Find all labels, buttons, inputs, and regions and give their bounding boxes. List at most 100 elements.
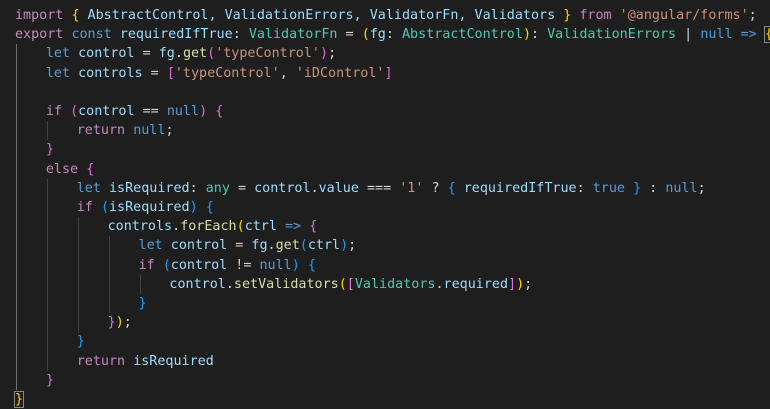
code-token: , (279, 65, 296, 81)
code-line[interactable]: if (control == null) { (46, 102, 223, 121)
code-line[interactable]: return isRequired (77, 352, 214, 371)
code-token: ) (189, 200, 198, 215)
code-line[interactable]: control.setValidators([Validators.requir… (169, 275, 532, 294)
code-line[interactable]: if (isRequired) { (77, 198, 214, 217)
indent-guide (46, 178, 48, 371)
code-token: value (318, 180, 359, 196)
code-token: controls (107, 219, 173, 235)
code-token: ) (115, 315, 124, 331)
code-line[interactable]: export const requiredIfTrue: ValidatorFn… (15, 25, 770, 44)
code-token: let (138, 238, 163, 254)
code-token: . (174, 46, 183, 62)
code-token: [ (166, 65, 175, 81)
code-token: return (76, 353, 126, 369)
code-token: { (307, 257, 316, 273)
code-token: : (385, 27, 402, 43)
code-token: ( (361, 27, 370, 43)
code-token: ] (384, 65, 393, 81)
code-token: ) (291, 257, 300, 273)
code-line[interactable]: return null; (77, 121, 174, 140)
code-token: requiredIfTrue (463, 180, 577, 196)
code-token: ) (340, 238, 349, 254)
code-token: ( (299, 238, 308, 254)
code-token: const (71, 27, 112, 43)
code-token: ] (508, 276, 517, 292)
code-token: null (665, 180, 698, 196)
code-token: } (76, 334, 85, 350)
code-token: ; (524, 276, 533, 292)
code-token: ValidatorFn (248, 27, 338, 43)
code-token: get (275, 238, 300, 254)
code-token: ( (207, 46, 216, 62)
code-token: === (358, 180, 400, 196)
code-token: ; (748, 8, 757, 23)
code-token: { (86, 161, 95, 177)
code-line[interactable]: import { AbstractControl, ValidationErro… (15, 6, 757, 25)
code-token: let (45, 65, 71, 81)
code-token: 'iDControl' (295, 65, 385, 81)
code-token: fg (369, 27, 386, 43)
code-line[interactable]: let control = fg.get('typeControl'); (46, 44, 336, 63)
code-token: if (45, 104, 62, 119)
code-token: : (232, 27, 249, 43)
code-token: if (76, 200, 93, 215)
code-token: ( (100, 200, 109, 215)
code-token: requiredIfTrue (119, 27, 233, 43)
code-line[interactable]: let isRequired: any = control.value === … (77, 179, 706, 198)
code-token: ( (70, 104, 79, 119)
code-token: => (740, 27, 757, 43)
code-line[interactable]: } (46, 140, 54, 159)
code-line[interactable]: let controls = ['typeControl', 'iDContro… (46, 64, 393, 83)
code-token: Validators (354, 276, 436, 292)
code-token: : (641, 180, 666, 196)
code-token: = (142, 65, 167, 81)
code-line[interactable]: let control = fg.get(ctrl); (139, 236, 357, 255)
code-token: } (633, 180, 642, 196)
code-token: '@angular/forms' (619, 8, 749, 23)
code-line[interactable]: } (139, 294, 147, 313)
code-token: } (138, 296, 147, 311)
indent-guide (77, 217, 79, 333)
indent-guide (108, 236, 110, 314)
code-line[interactable]: if (control != null) { (139, 256, 316, 275)
indent-guide (16, 44, 17, 390)
code-token: ; (165, 123, 174, 139)
code-line[interactable]: controls.forEach(ctrl => { (108, 217, 318, 236)
code-token: { (309, 219, 318, 235)
code-token: controls (78, 65, 143, 81)
code-token: } (13, 391, 25, 408)
code-editor[interactable]: import { AbstractControl, ValidationErro… (0, 0, 770, 409)
code-token: . (310, 180, 319, 196)
code-token: == (134, 104, 167, 119)
code-token: ; (328, 46, 337, 62)
code-token: ( (236, 219, 245, 235)
code-line[interactable]: }); (108, 313, 132, 332)
code-line[interactable]: else { (46, 160, 94, 179)
code-token: null (133, 123, 166, 139)
code-token: : (576, 180, 593, 196)
code-token: isRequired (109, 180, 190, 196)
code-token: . (267, 238, 276, 254)
code-line[interactable]: } (77, 332, 85, 351)
code-line[interactable]: } (46, 371, 54, 390)
code-token: any (205, 180, 230, 196)
code-token: => (285, 219, 302, 235)
code-token: null (700, 27, 733, 43)
code-token: ; (123, 315, 132, 331)
code-line[interactable]: } (13, 390, 25, 409)
code-token: export (15, 27, 64, 43)
code-token: else (45, 161, 79, 177)
